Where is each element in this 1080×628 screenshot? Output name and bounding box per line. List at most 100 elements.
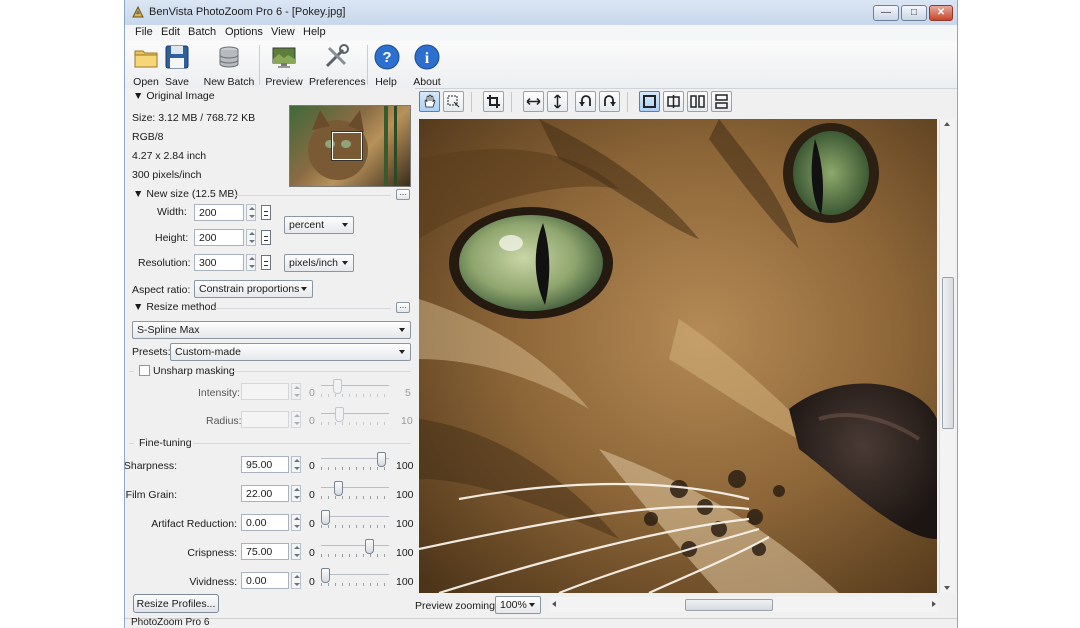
section-divider (129, 371, 134, 372)
selection-tool-button[interactable] (443, 91, 464, 112)
new-batch-button[interactable]: New Batch (203, 43, 255, 88)
intensity-slider-track[interactable] (321, 385, 389, 386)
menu-batch[interactable]: Batch (188, 26, 216, 38)
selection-icon (447, 95, 460, 108)
artifact-reduction-spinner[interactable] (291, 514, 301, 531)
film-grain-input[interactable]: 22.00 (241, 485, 289, 502)
about-button[interactable]: i About (411, 43, 443, 88)
radius-slider-track[interactable] (321, 413, 389, 414)
resize-profiles-button[interactable]: Resize Profiles... (133, 594, 219, 613)
sharpness-slider-thumb[interactable] (377, 452, 387, 467)
save-button[interactable]: Save (163, 43, 191, 88)
resolution-spinner[interactable] (246, 254, 256, 271)
width-link-button[interactable] (261, 205, 271, 220)
height-link-button[interactable] (261, 230, 271, 245)
sharpness-input[interactable]: 95.00 (241, 456, 289, 473)
stacked-view-button[interactable] (711, 91, 732, 112)
title-bar: BenVista PhotoZoom Pro 6 - [Pokey.jpg] —… (125, 0, 957, 26)
preview-zoom-select[interactable]: 100% (495, 596, 541, 614)
radius-spinner[interactable] (291, 411, 301, 428)
crispness-slider-thumb[interactable] (365, 539, 375, 554)
presets-select[interactable]: Custom-made (170, 343, 411, 361)
crispness-input[interactable]: 75.00 (241, 543, 289, 560)
crispness-max-label: 100 (396, 547, 414, 559)
scroll-left-arrow[interactable] (552, 601, 556, 607)
artifact-reduction-slider-track[interactable] (321, 516, 389, 517)
resize-method-select[interactable]: S-Spline Max (132, 321, 411, 339)
flip-vertical-button[interactable] (547, 91, 568, 112)
intensity-spinner[interactable] (291, 383, 301, 400)
side-by-side-button[interactable] (687, 91, 708, 112)
menu-file[interactable]: File (135, 26, 153, 38)
film-grain-spinner[interactable] (291, 485, 301, 502)
artifact-reduction-slider-thumb[interactable] (321, 510, 330, 525)
maximize-button[interactable]: □ (901, 5, 927, 21)
radius-min-label: 0 (309, 415, 315, 427)
film-grain-min-label: 0 (309, 489, 315, 501)
crispness-spinner[interactable] (291, 543, 301, 560)
vividness-spinner[interactable] (291, 572, 301, 589)
preview-button[interactable]: Preview (265, 43, 303, 88)
height-input[interactable]: 200 (194, 229, 244, 246)
preferences-button[interactable]: Preferences (309, 43, 366, 88)
resize-method-header[interactable]: ▼ Resize method (133, 301, 216, 313)
rotate-right-button[interactable] (599, 91, 620, 112)
unsharp-masking-checkbox[interactable] (139, 365, 150, 376)
scroll-down-arrow[interactable] (944, 586, 950, 590)
aspect-ratio-select[interactable]: Constrain proportions (194, 280, 313, 298)
new-size-header[interactable]: ▼ New size (12.5 MB) (133, 188, 238, 200)
help-button[interactable]: ? Help (373, 43, 400, 88)
size-unit-select[interactable]: percent (284, 216, 354, 234)
original-thumbnail[interactable] (289, 105, 411, 187)
vividness-slider-thumb[interactable] (321, 568, 330, 583)
flip-horizontal-button[interactable] (523, 91, 544, 112)
scroll-right-arrow[interactable] (932, 601, 936, 607)
resolution-label: Resolution: (138, 257, 191, 269)
vividness-label: Vividness: (189, 576, 237, 588)
resolution-link-button[interactable] (261, 255, 271, 270)
intensity-slider-thumb[interactable] (333, 379, 342, 394)
width-spinner[interactable] (246, 204, 256, 221)
intensity-input[interactable] (241, 383, 289, 400)
artifact-reduction-input[interactable]: 0.00 (241, 514, 289, 531)
menu-options[interactable]: Options (225, 26, 263, 38)
crop-tool-button[interactable] (483, 91, 504, 112)
horizontal-scroll-thumb[interactable] (685, 599, 773, 611)
resize-method-options-button[interactable]: ... (396, 302, 410, 313)
film-grain-slider-thumb[interactable] (333, 481, 343, 496)
toolbar-separator (627, 92, 628, 112)
preview-monitor-icon (272, 47, 296, 68)
radius-input[interactable] (241, 411, 289, 428)
film-grain-slider-track[interactable] (321, 487, 389, 488)
single-view-button[interactable] (639, 91, 660, 112)
section-divider (233, 371, 411, 372)
width-input[interactable]: 200 (194, 204, 244, 221)
radius-slider-thumb[interactable] (335, 407, 344, 422)
height-spinner[interactable] (246, 229, 256, 246)
vividness-slider-track[interactable] (321, 574, 389, 575)
minimize-button[interactable]: — (873, 5, 899, 21)
rotate-left-button[interactable] (575, 91, 596, 112)
resolution-unit-select[interactable]: pixels/inch (284, 254, 354, 272)
sharpness-spinner[interactable] (291, 456, 301, 473)
menu-help[interactable]: Help (303, 26, 326, 38)
scroll-up-arrow[interactable] (944, 122, 950, 126)
menu-view[interactable]: View (271, 26, 295, 38)
split-view-button[interactable] (663, 91, 684, 112)
preview-vertical-scrollbar[interactable] (939, 119, 955, 593)
vividness-input[interactable]: 0.00 (241, 572, 289, 589)
close-button[interactable]: ✕ (929, 5, 953, 21)
original-image-header[interactable]: ▼ Original Image (133, 90, 215, 102)
preview-horizontal-scrollbar[interactable] (549, 597, 939, 612)
crispness-slider-track[interactable] (321, 545, 389, 546)
open-button[interactable]: Open (131, 43, 161, 88)
preview-image[interactable] (419, 119, 937, 593)
thumbnail-view-rect[interactable] (332, 132, 362, 160)
menu-edit[interactable]: Edit (161, 26, 180, 38)
artifact-reduction-slider-ticks (321, 525, 389, 528)
resolution-input[interactable]: 300 (194, 254, 244, 271)
hand-tool-button[interactable] (419, 91, 440, 112)
svg-text:i: i (425, 50, 430, 67)
vertical-scroll-thumb[interactable] (942, 277, 954, 429)
new-size-options-button[interactable]: ... (396, 189, 410, 200)
